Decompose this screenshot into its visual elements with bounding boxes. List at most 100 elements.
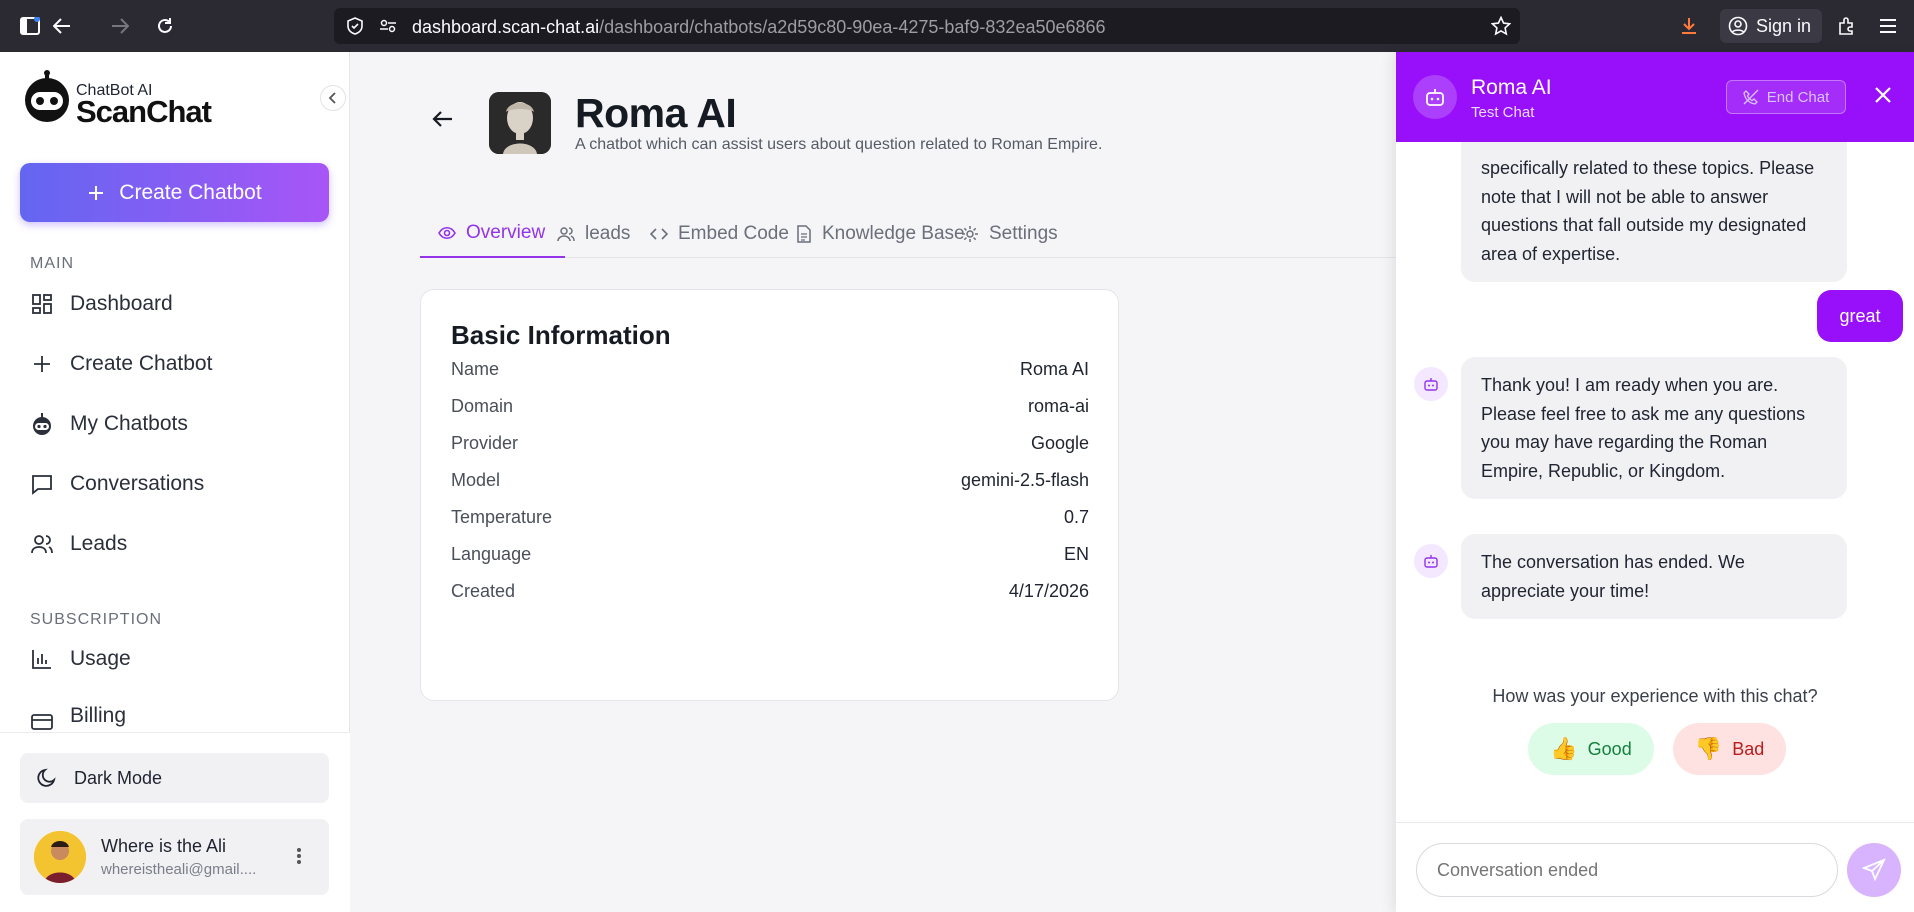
info-row-language: Language EN [451,539,1089,569]
bookmark-star-icon[interactable] [1491,16,1511,36]
phone-off-icon [1743,89,1759,105]
robot-icon [33,413,51,435]
bot-avatar-icon [1414,367,1448,401]
dark-mode-toggle[interactable]: Dark Mode [20,753,329,803]
tab-settings[interactable]: Settings [961,210,1058,258]
moon-icon [37,768,56,787]
user-profile[interactable]: Where is the Ali whereistheali@gmail.... [20,819,329,895]
bot-icon [1413,75,1457,119]
users-icon [31,535,53,554]
tab-embed-code[interactable]: Embed Code [650,210,789,258]
feedback-bad-button[interactable]: 👎 Bad [1673,723,1786,775]
user-name: Where is the Ali [101,836,227,856]
robot-logo-icon [25,70,69,122]
test-chat-panel: Roma AI Test Chat End Chat specifically … [1396,52,1914,912]
tab-leads[interactable]: leads [557,210,630,258]
users-icon [557,227,575,242]
chat-status: Test Chat [1471,104,1535,121]
tab-knowledge-base[interactable]: Knowledge Base [796,210,965,258]
page-title: Roma AI [575,90,737,136]
back-arrow-icon[interactable] [431,110,453,128]
sidebar-item-usage[interactable]: Usage [30,647,131,671]
chat-input-bar [1396,822,1914,912]
create-chatbot-button[interactable]: Create Chatbot [20,163,329,222]
chevron-left-icon [328,92,336,104]
sidebar: ChatBot AI ScanChat Create Chatbot MAIN … [0,52,350,912]
site-info-icon[interactable] [379,17,397,35]
sidebar-item-billing[interactable]: Billing [30,704,126,730]
feedback-bad-label: Bad [1732,738,1765,759]
sidebar-item-create-chatbot[interactable]: Create Chatbot [30,352,212,376]
chat-message-input[interactable] [1416,843,1838,897]
document-icon [797,225,811,243]
tab-label: Overview [466,222,546,243]
message-icon [32,475,52,495]
sidebar-toggle-icon[interactable] [16,12,44,40]
sidebar-item-label: Billing [70,704,127,727]
back-icon[interactable] [48,12,76,40]
info-value: Google [1030,432,1089,453]
user-message: great [1817,290,1903,342]
message-text: great [1839,305,1881,326]
sidebar-item-dashboard[interactable]: Dashboard [30,292,173,316]
menu-icon[interactable] [1874,12,1902,40]
sidebar-footer: Dark Mode Where is the Ali whereistheali… [0,732,350,912]
info-row-provider: Provider Google [451,428,1089,458]
url-bar[interactable]: dashboard.scan-chat.ai/dashboard/chatbot… [334,8,1520,44]
more-vertical-icon[interactable] [296,847,302,865]
shield-icon [346,17,364,35]
info-row-name: Name Roma AI [451,354,1089,384]
thumbs-down-icon: 👎 [1694,736,1723,761]
sidebar-item-label: My Chatbots [70,412,188,435]
sidebar-item-leads[interactable]: Leads [30,532,127,556]
user-email: whereistheali@gmail.... [101,861,257,878]
sidebar-item-label: Dashboard [70,292,173,315]
message-text: Thank you! I am ready when you are. Plea… [1481,375,1806,481]
chat-header: Roma AI Test Chat End Chat [1396,52,1914,142]
sidebar-item-label: Create Chatbot [70,352,213,375]
tab-label: leads [585,223,631,244]
card-heading: Basic Information [451,320,671,350]
bot-message: The conversation has ended. We appreciat… [1461,534,1847,619]
info-value: gemini-2.5-flash [960,469,1089,490]
info-value: 4/17/2026 [1008,580,1089,601]
credit-card-icon [31,714,53,730]
feedback-good-button[interactable]: 👍 Good [1528,723,1654,775]
info-value: roma-ai [1027,395,1089,416]
info-row-domain: Domain roma-ai [451,391,1089,421]
end-chat-button[interactable]: End Chat [1726,80,1846,114]
chat-bot-name: Roma AI [1471,76,1552,99]
logo[interactable]: ChatBot AI ScanChat [20,70,212,129]
sidebar-item-conversations[interactable]: Conversations [30,472,204,496]
browser-toolbar: dashboard.scan-chat.ai/dashboard/chatbot… [0,0,1914,52]
info-key: Model [451,469,501,490]
create-chatbot-label: Create Chatbot [119,180,262,204]
feedback-good-label: Good [1587,738,1632,759]
section-subscription-heading: SUBSCRIPTION [30,611,163,628]
sidebar-item-label: Usage [70,647,131,670]
end-chat-label: End Chat [1766,88,1830,106]
thumbs-up-icon: 👍 [1550,736,1578,761]
dark-mode-label: Dark Mode [74,767,163,788]
avatar [34,831,86,883]
gear-icon [962,226,978,242]
tab-overview[interactable]: Overview [420,210,566,258]
reload-icon[interactable] [151,12,179,40]
sidebar-item-my-chatbots[interactable]: My Chatbots [30,412,188,436]
close-icon[interactable] [1874,86,1892,104]
account-icon [1728,16,1748,36]
extensions-icon[interactable] [1832,12,1860,40]
download-icon[interactable] [1675,12,1703,40]
collapse-sidebar-button[interactable] [320,85,346,111]
tab-label: Settings [989,223,1058,244]
tab-label: Embed Code [678,223,789,244]
send-button[interactable] [1847,843,1901,897]
forward-icon[interactable] [106,12,134,40]
info-value: EN [1063,543,1089,564]
bar-chart-icon [32,650,51,669]
message-text: The conversation has ended. We appreciat… [1481,552,1745,601]
bot-message: Thank you! I am ready when you are. Plea… [1461,357,1847,499]
sign-in-button[interactable]: Sign in [1720,9,1822,43]
send-icon [1862,858,1886,882]
info-key: Language [451,543,532,564]
